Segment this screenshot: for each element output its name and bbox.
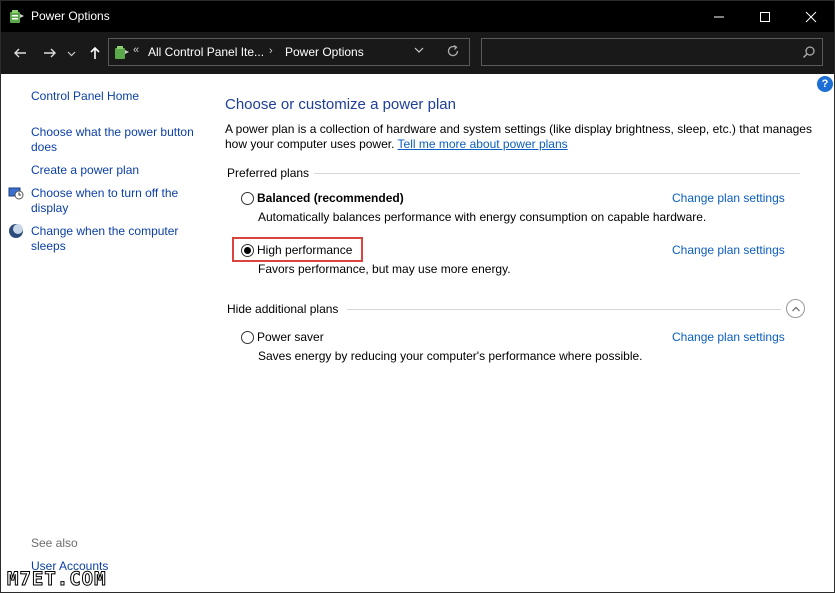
preferred-plans-header: Preferred plans <box>227 166 310 180</box>
control-panel-home-link[interactable]: Control Panel Home <box>31 89 203 104</box>
display-clock-icon <box>8 185 24 201</box>
overflow-marker[interactable]: « <box>133 44 139 56</box>
collapse-chevron-icon[interactable] <box>786 299 805 318</box>
breadcrumb-all-control-panel[interactable]: All Control Panel Ite... <box>148 45 264 59</box>
power-saver-radio[interactable] <box>241 331 254 344</box>
forward-arrow-icon[interactable] <box>40 43 60 63</box>
maximize-button[interactable] <box>742 1 788 32</box>
search-icon[interactable] <box>802 45 816 62</box>
high-performance-radio[interactable] <box>241 244 254 257</box>
create-power-plan-link[interactable]: Create a power plan <box>31 163 203 178</box>
power-saver-change-plan-link[interactable]: Change plan settings <box>672 330 785 344</box>
minimize-button[interactable] <box>696 1 742 32</box>
watermark-text: M7ET.COM <box>7 568 107 591</box>
recent-locations-dropdown[interactable] <box>64 43 78 63</box>
breadcrumb-power-options[interactable]: Power Options <box>285 45 364 59</box>
balanced-radio[interactable] <box>241 192 254 205</box>
high-performance-plan-description: Favors performance, but may use more ene… <box>258 262 511 276</box>
title-bar[interactable]: Power Options <box>1 1 834 32</box>
power-options-icon <box>8 8 26 26</box>
additional-plans-header[interactable]: Hide additional plans <box>227 302 338 316</box>
turn-off-display-link[interactable]: Choose when to turn off the display <box>31 186 203 216</box>
high-performance-change-plan-link[interactable]: Change plan settings <box>672 243 785 257</box>
power-options-window: Power Options « All Control Panel Ite...… <box>0 0 835 593</box>
address-dropdown-icon[interactable] <box>414 45 424 58</box>
power-button-link[interactable]: Choose what the power button does <box>31 125 203 155</box>
left-task-pane: Control Panel Home Choose what the power… <box>1 74 206 592</box>
learn-more-link[interactable]: Tell me more about power plans <box>398 137 568 151</box>
up-arrow-icon[interactable] <box>85 43 105 63</box>
balanced-plan-name[interactable]: Balanced (recommended) <box>257 191 404 205</box>
window-title: Power Options <box>31 9 110 23</box>
power-saver-plan-name[interactable]: Power saver <box>257 330 324 344</box>
address-bar[interactable]: « All Control Panel Ite... › Power Optio… <box>108 38 470 66</box>
control-panel-icon <box>112 44 130 62</box>
page-description: A power plan is a collection of hardware… <box>225 122 815 152</box>
sleep-moon-icon <box>8 223 24 239</box>
preferred-plans-divider <box>314 173 800 174</box>
balanced-change-plan-link[interactable]: Change plan settings <box>672 191 785 205</box>
balanced-plan-description: Automatically balances performance with … <box>258 210 707 224</box>
computer-sleeps-link[interactable]: Change when the computer sleeps <box>31 224 203 254</box>
back-arrow-icon[interactable] <box>10 43 30 63</box>
additional-plans-divider <box>347 309 781 310</box>
close-button[interactable] <box>788 1 834 32</box>
power-saver-plan-description: Saves energy by reducing your computer's… <box>258 349 643 363</box>
refresh-icon[interactable] <box>445 43 461 62</box>
search-input[interactable] <box>481 38 823 66</box>
page-title: Choose or customize a power plan <box>225 96 456 113</box>
help-icon[interactable]: ? <box>817 76 833 92</box>
see-also-label: See also <box>31 536 78 550</box>
breadcrumb-separator[interactable]: › <box>269 45 273 57</box>
high-performance-plan-name[interactable]: High performance <box>257 243 352 257</box>
